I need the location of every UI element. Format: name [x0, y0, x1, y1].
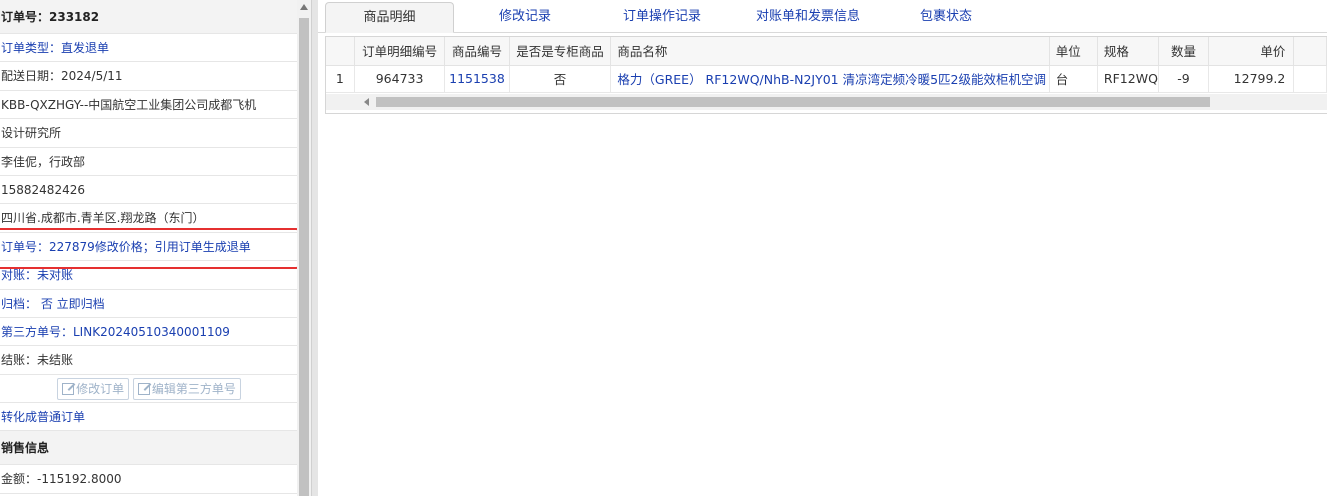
sales-amount: 金额：-115192.8000 — [0, 465, 297, 494]
delivery-address: 四川省.成都市.青羊区.翔龙路（东门） — [0, 204, 297, 233]
customer-name-line2: 设计研究所 — [0, 119, 297, 148]
cell-detail-no: 964733 — [354, 65, 446, 93]
scroll-left-arrow-icon[interactable] — [364, 98, 369, 106]
col-header-detail-no[interactable]: 订单明细编号 — [354, 37, 446, 66]
convert-to-normal-order-link[interactable]: 转化成普通订单 — [0, 403, 297, 432]
tab-operation-log[interactable]: 订单操作记录 — [602, 2, 722, 33]
archive-status-link[interactable]: 归档： 否 立即归档 — [0, 290, 297, 318]
customer-name-line1: KBB-QXZHGY--中国航空工业集团公司成都飞机 — [0, 91, 297, 120]
sales-info-header: 销售信息 — [0, 431, 297, 466]
tab-change-log[interactable]: 修改记录 — [470, 2, 580, 33]
table-row[interactable]: 1 964733 1151538 否 格力（GREE） RF12WQ/NhB-N… — [326, 65, 1327, 93]
col-header-counter[interactable]: 是否是专柜商品 — [509, 37, 612, 66]
order-type-link[interactable]: 订单类型：直发退单 — [0, 34, 297, 63]
edit-icon — [62, 383, 75, 396]
edit-third-party-button[interactable]: 编辑第三方单号 — [132, 378, 241, 401]
cell-unit: 台 — [1049, 65, 1098, 93]
cell-product-no-link[interactable]: 1151538 — [444, 65, 510, 93]
table-header-row: 订单明细编号 商品编号 是否是专柜商品 商品名称 单位 规格 数量 单价 — [326, 37, 1327, 66]
settlement-status: 结账：未结账 — [0, 346, 297, 375]
reference-order-link[interactable]: 订单号：227879修改价格；引用订单生成退单 — [0, 233, 297, 262]
cell-index: 1 — [326, 65, 355, 93]
third-party-order-link[interactable]: 第三方单号：LINK20240510340001109 — [0, 318, 297, 347]
left-panel-scrollbar[interactable] — [297, 0, 311, 496]
order-number-header: 订单号：233182 — [0, 0, 297, 34]
detail-tabs: 商品明细 修改记录 订单操作记录 对账单和发票信息 包裹状态 — [318, 0, 1327, 33]
tab-statement-invoice[interactable]: 对账单和发票信息 — [738, 2, 878, 33]
contact-phone: 15882482426 — [0, 176, 297, 205]
product-detail-grid: 订单明细编号 商品编号 是否是专柜商品 商品名称 单位 规格 数量 单价 1 9… — [325, 36, 1327, 114]
contact-person: 李佳伲，行政部 — [0, 148, 297, 176]
cell-filler — [1293, 65, 1327, 93]
cell-product-name-link[interactable]: 格力（GREE） RF12WQ/NhB-N2JY01 清凉湾定频冷暖5匹2级能效… — [610, 65, 1050, 93]
cell-price: 12799.2 — [1208, 65, 1295, 93]
col-header-filler — [1293, 37, 1327, 66]
col-header-product-no[interactable]: 商品编号 — [444, 37, 510, 66]
scrollbar-thumb[interactable] — [299, 18, 309, 496]
tab-product-details[interactable]: 商品明细 — [325, 2, 454, 33]
panel-splitter[interactable] — [311, 0, 318, 496]
order-action-buttons: 修改订单 编辑第三方单号 — [0, 375, 297, 404]
grid-scrollbar-thumb[interactable] — [376, 97, 1210, 107]
col-header-spec[interactable]: 规格 — [1097, 37, 1159, 66]
scroll-up-arrow-icon[interactable] — [300, 4, 308, 10]
cell-spec: RF12WQ — [1097, 65, 1159, 93]
col-header-product-name[interactable]: 商品名称 — [610, 37, 1050, 66]
col-header-qty[interactable]: 数量 — [1158, 37, 1210, 66]
edit-icon — [137, 383, 150, 396]
col-header-unit[interactable]: 单位 — [1049, 37, 1098, 66]
order-info-panel: 订单号：233182 订单类型：直发退单 配送日期：2024/5/11 KBB-… — [0, 0, 297, 496]
col-header-index — [326, 37, 355, 66]
product-table: 订单明细编号 商品编号 是否是专柜商品 商品名称 单位 规格 数量 单价 1 9… — [326, 37, 1327, 93]
grid-horizontal-scrollbar[interactable] — [326, 94, 1327, 110]
delivery-date: 配送日期：2024/5/11 — [0, 62, 297, 91]
cell-qty: -9 — [1158, 65, 1210, 93]
reconcile-status-link[interactable]: 对账：未对账 — [0, 261, 297, 290]
tab-package-status[interactable]: 包裹状态 — [896, 2, 996, 33]
col-header-price[interactable]: 单价 — [1208, 37, 1295, 66]
order-detail-panel: 商品明细 修改记录 订单操作记录 对账单和发票信息 包裹状态 订单明细编号 商品… — [318, 0, 1327, 496]
cell-counter: 否 — [509, 65, 612, 93]
modify-order-button[interactable]: 修改订单 — [57, 378, 130, 401]
